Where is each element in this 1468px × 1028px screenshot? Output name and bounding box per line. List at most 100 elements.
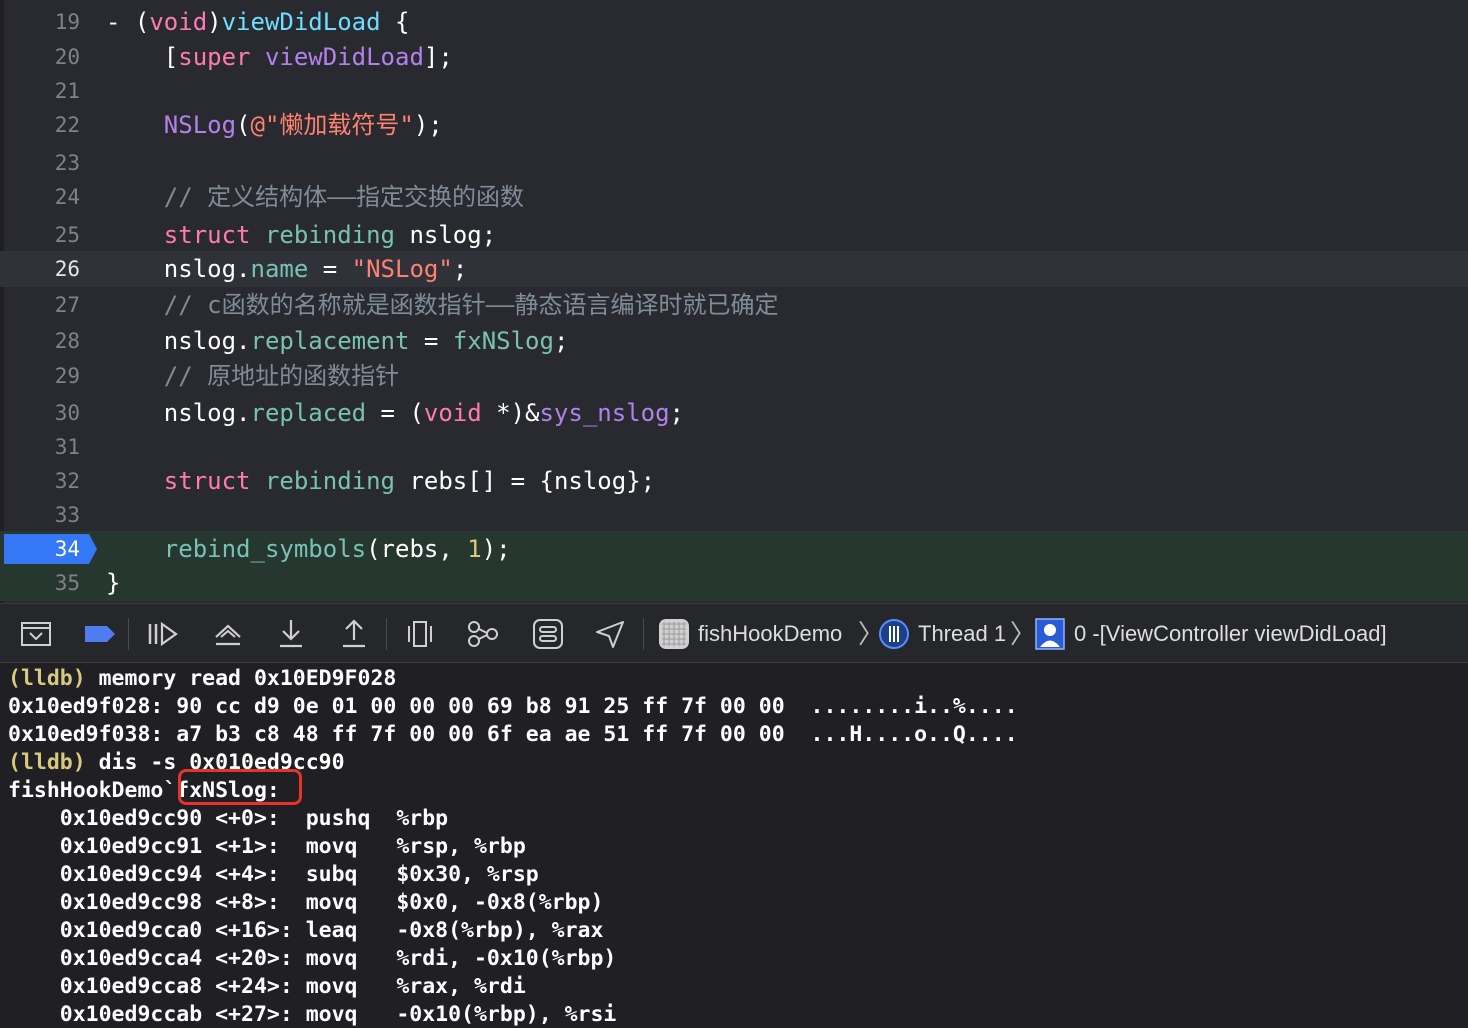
line-number[interactable]: 28	[0, 323, 80, 359]
step-out-icon[interactable]	[336, 616, 372, 652]
code-line[interactable]: 28 nslog.replacement = fxNSlog;	[0, 323, 1468, 359]
code-token: "NSLog"	[351, 255, 453, 283]
code-line[interactable]: 25 struct rebinding nslog;	[0, 217, 1468, 253]
console-output-line: 0x10ed9f038: a7 b3 c8 48 ff 7f 00 00 6f …	[8, 721, 1018, 749]
line-number[interactable]: 20	[0, 39, 80, 75]
code-line[interactable]: 31	[0, 429, 1468, 465]
code-token: sys_nslog	[539, 399, 670, 427]
code-token: void	[149, 8, 208, 36]
code-token: rebinding	[264, 467, 395, 495]
environment-overrides-icon[interactable]	[530, 616, 566, 652]
line-number[interactable]: 27	[0, 287, 80, 323]
step-over-icon[interactable]	[210, 616, 246, 652]
console-text: 0x10ed9cca8 <+24>: movq %rax, %rdi	[8, 974, 526, 999]
code-line[interactable]: 35}	[0, 565, 1468, 601]
code-token: }	[106, 569, 121, 597]
code-line[interactable]: 34 rebind_symbols(rebs, 1);	[0, 531, 1468, 567]
code-text: [super viewDidLoad];	[106, 39, 453, 75]
code-token: name	[250, 255, 309, 283]
code-token: fxNSlog	[452, 327, 554, 355]
line-number[interactable]: 31	[0, 429, 80, 465]
toolbar-separator	[128, 618, 129, 650]
console-output-line: 0x10ed9cca0 <+16>: leaq -0x8(%rbp), %rax	[8, 917, 604, 945]
code-line[interactable]: 27 // c函数的名称就是函数指针——静态语言编译时就已确定	[0, 287, 1468, 323]
code-text: // 原地址的函数指针	[106, 358, 399, 394]
code-token: );	[481, 535, 511, 563]
lldb-console[interactable]: (lldb) memory read 0x10ED9F028 0x10ed9f02…	[0, 663, 1468, 1028]
source-editor[interactable]: 19- (void)viewDidLoad {20 [super viewDid…	[0, 0, 1468, 603]
code-line[interactable]: 30 nslog.replaced = (void *)&sys_nslog;	[0, 395, 1468, 431]
console-text: 0x10ed9f028: 90 cc d9 0e 01 00 00 00 69 …	[8, 694, 1018, 719]
code-line[interactable]: 20 [super viewDidLoad];	[0, 39, 1468, 75]
code-token: rebs[] = {nslog};	[395, 467, 656, 495]
code-line[interactable]: 19 - (void)viewDidLoad {	[0, 4, 1468, 40]
code-token: nslog.	[106, 399, 251, 427]
app-target-icon	[658, 618, 690, 650]
console-command-line: (lldb) memory read 0x10ED9F028	[8, 665, 396, 693]
code-token: );	[413, 111, 443, 139]
code-token: struct	[163, 467, 251, 495]
line-number[interactable]: 19	[0, 4, 80, 40]
code-token: rebinding	[264, 221, 395, 249]
code-token: // 原地址的函数指针	[163, 362, 400, 390]
line-number[interactable]: 32	[0, 463, 80, 499]
code-line[interactable]: 33	[0, 497, 1468, 533]
thread-icon	[878, 618, 910, 650]
line-number[interactable]: 21	[0, 73, 80, 109]
console-output-line: 0x10ed9cca8 <+24>: movq %rax, %rdi	[8, 973, 526, 1001]
line-number[interactable]: 23	[0, 145, 80, 181]
breadcrumb-thread[interactable]: Thread 1	[918, 604, 1006, 664]
code-token: nslog.	[106, 327, 251, 355]
code-line[interactable]: 24 // 定义结构体——指定交换的函数	[0, 179, 1468, 215]
code-line[interactable]: 21	[0, 73, 1468, 109]
line-number[interactable]: 35	[0, 565, 80, 601]
line-number[interactable]: 30	[0, 395, 80, 431]
continue-icon[interactable]	[145, 616, 181, 652]
breadcrumb-frame[interactable]: 0 -[ViewController viewDidLoad]	[1074, 604, 1387, 664]
console-text: 0x10ed9cc90 <+0>: pushq %rbp	[8, 806, 449, 831]
code-line[interactable]: 22 NSLog(@"懒加载符号");	[0, 107, 1468, 143]
code-token: (	[236, 111, 251, 139]
line-number[interactable]: 26	[0, 251, 80, 287]
code-token: =	[409, 327, 453, 355]
code-text: - (void)viewDidLoad {	[106, 4, 409, 40]
code-token: replacement	[250, 327, 410, 355]
line-number[interactable]: 34	[0, 531, 80, 567]
line-number[interactable]: 22	[0, 107, 80, 143]
breakpoints-toggle-icon[interactable]	[82, 616, 118, 652]
code-token: ;	[452, 255, 468, 283]
code-line[interactable]: 26 nslog.name = "NSLog";	[0, 251, 1468, 287]
code-text: NSLog(@"懒加载符号");	[106, 107, 443, 143]
hide-debug-area-icon[interactable]	[18, 616, 54, 652]
simulate-location-icon[interactable]	[592, 616, 628, 652]
line-number[interactable]: 33	[0, 497, 80, 533]
code-text: rebind_symbols(rebs, 1);	[106, 531, 511, 567]
code-text: }	[106, 565, 120, 601]
code-token: void	[423, 399, 482, 427]
console-output-line: 0x10ed9f028: 90 cc d9 0e 01 00 00 00 69 …	[8, 693, 1018, 721]
code-token: {	[380, 8, 410, 36]
step-into-icon[interactable]	[273, 616, 309, 652]
toolbar-separator	[386, 618, 387, 650]
code-line[interactable]: 29 // 原地址的函数指针	[0, 358, 1468, 394]
code-token: - (	[106, 8, 150, 36]
code-token: super	[178, 43, 251, 71]
breadcrumb-target[interactable]: fishHookDemo	[698, 604, 842, 664]
line-number[interactable]: 24	[0, 179, 80, 215]
code-token: )	[207, 8, 222, 36]
line-number[interactable]: 29	[0, 358, 80, 394]
view-hierarchy-icon[interactable]	[402, 616, 438, 652]
console-text: 0x10ed9cca0 <+16>: leaq -0x8(%rbp), %rax	[8, 918, 604, 943]
memory-graph-icon[interactable]	[465, 616, 501, 652]
code-line[interactable]: 32 struct rebinding rebs[] = {nslog};	[0, 463, 1468, 499]
code-token: struct	[163, 221, 251, 249]
code-token: nslog;	[395, 221, 497, 249]
line-number[interactable]: 25	[0, 217, 80, 253]
code-line[interactable]: 23	[0, 145, 1468, 181]
